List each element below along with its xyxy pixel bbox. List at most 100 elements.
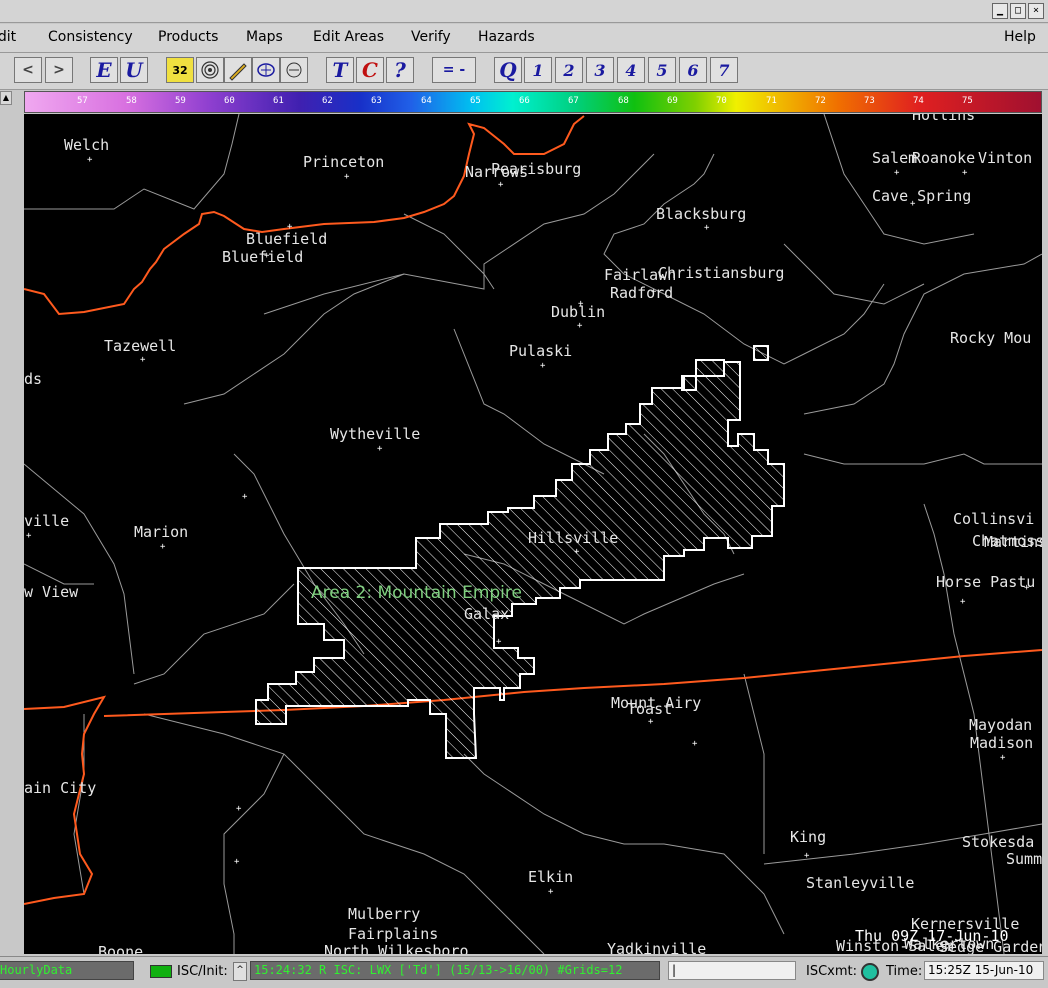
equals-button[interactable]: = -: [432, 57, 476, 83]
city-label: Summ: [1006, 850, 1042, 868]
svg-text:+: +: [548, 887, 554, 897]
svg-text:+: +: [540, 361, 546, 371]
map-svg[interactable]: +++ ++ + +++ +++ +++ ++ + +++ +++ +++ ++ W…: [24, 114, 1042, 954]
city-label: Galax: [464, 605, 509, 623]
city-label: King: [790, 828, 826, 846]
shape-icon[interactable]: [280, 57, 308, 83]
c-button[interactable]: C: [356, 57, 384, 83]
svg-text:+: +: [140, 355, 146, 365]
color-bar-label: 65: [470, 96, 481, 106]
city-label: Princeton: [303, 153, 384, 171]
e-button[interactable]: E: [90, 57, 118, 83]
target-icon[interactable]: [196, 57, 224, 83]
menu-edit[interactable]: Edit: [0, 29, 16, 45]
city-label: Christiansburg: [658, 264, 784, 282]
window-controls: ▁ □ ×: [992, 3, 1044, 19]
city-label: Toast: [627, 700, 672, 718]
menu-hazards[interactable]: Hazards: [478, 29, 535, 45]
city-label: Hollins: [912, 114, 975, 124]
menu-edit-areas[interactable]: Edit Areas: [313, 29, 384, 45]
menu-consistency[interactable]: Consistency: [48, 29, 133, 45]
q-button[interactable]: Q: [494, 57, 522, 83]
maximize-button[interactable]: □: [1010, 3, 1026, 19]
toolbar: < > E U 32 T C ? = - Q 1 2 3 4 5 6 7: [0, 53, 1048, 90]
svg-text:+: +: [804, 851, 810, 861]
city-label: Stokesda: [962, 833, 1034, 851]
close-button[interactable]: ×: [1028, 3, 1044, 19]
map-canvas[interactable]: + + + + + + + + + + + + + + + + + + + + + + + + + + + + + W…: [24, 114, 1042, 954]
status-message: 15:24:32 R ISC: LWX ['Td'] (15/13->16/00…: [250, 961, 660, 980]
city-label: Mayodan: [969, 716, 1032, 734]
city-label: Dublin: [551, 303, 605, 321]
status-bar: HourlyData ISC/Init: ^ 15:24:32 R ISC: L…: [0, 956, 1048, 985]
city-label: Martinsville: [984, 533, 1042, 551]
step-forward-button[interactable]: >: [45, 57, 73, 83]
scroll-up-arrow[interactable]: ▲: [0, 91, 12, 105]
preset-3-button[interactable]: 3: [586, 57, 614, 83]
city-label: Elkin: [528, 868, 573, 886]
step-back-button[interactable]: <: [14, 57, 42, 83]
color-bar-label: 63: [371, 96, 382, 106]
menu-products[interactable]: Products: [158, 29, 218, 45]
menu-help[interactable]: Help: [1004, 29, 1036, 45]
svg-text:+: +: [962, 168, 968, 178]
window-titlebar: ▁ □ ×: [0, 0, 1048, 23]
city-label: ain City: [24, 779, 96, 797]
svg-text:+: +: [87, 155, 93, 165]
svg-text:+: +: [498, 180, 504, 190]
color-bar[interactable]: 57 58 59 60 61 62 63 64 65 66 67 68 69 7…: [24, 91, 1042, 113]
svg-text:+: +: [692, 739, 698, 749]
svg-text:+: +: [648, 717, 654, 727]
svg-text:+: +: [26, 531, 32, 541]
svg-text:+: +: [242, 492, 248, 502]
color-bar-label: 67: [568, 96, 579, 106]
city-label: Cave Spring: [872, 187, 971, 205]
grid-32-label: 32: [172, 63, 188, 77]
edit-area-mountain-empire[interactable]: [255, 345, 785, 759]
pencil-icon[interactable]: [224, 57, 252, 83]
svg-text:+: +: [160, 542, 166, 552]
menu-verify[interactable]: Verify: [411, 29, 451, 45]
caret-up-icon[interactable]: ^: [233, 962, 247, 981]
minimize-button[interactable]: ▁: [992, 3, 1008, 19]
preset-6-button[interactable]: 6: [679, 57, 707, 83]
color-bar-label: 58: [126, 96, 137, 106]
color-bar-label: 69: [667, 96, 678, 106]
color-bar-label: 61: [273, 96, 284, 106]
color-bar-label: 74: [913, 96, 924, 106]
city-label: North Wilkesboro: [324, 942, 469, 954]
city-label: ville: [24, 512, 69, 530]
city-label: Pulaski: [509, 342, 572, 360]
preset-2-button[interactable]: 2: [555, 57, 583, 83]
city-label: Vinton: [978, 149, 1032, 167]
city-label: Salem: [872, 149, 917, 167]
svg-text:+: +: [234, 857, 240, 867]
color-bar-label: 68: [618, 96, 629, 106]
t-button[interactable]: T: [326, 57, 354, 83]
svg-text:+: +: [704, 223, 710, 233]
edit-area-icon[interactable]: [252, 57, 280, 83]
city-label: Blacksburg: [656, 205, 746, 223]
time-value: 15:25Z 15-Jun-10: [924, 961, 1044, 980]
left-panel-strip: [0, 91, 24, 954]
color-bar-label: 64: [421, 96, 432, 106]
preset-1-button[interactable]: 1: [524, 57, 552, 83]
menu-maps[interactable]: Maps: [246, 29, 283, 45]
svg-text:+: +: [894, 168, 900, 178]
city-label: Collinsvi: [953, 510, 1034, 528]
grid-32-button[interactable]: 32: [166, 57, 194, 83]
preset-4-button[interactable]: 4: [617, 57, 645, 83]
preset-5-button[interactable]: 5: [648, 57, 676, 83]
city-label: Hillsville: [528, 529, 618, 547]
color-bar-label: 60: [224, 96, 235, 106]
city-label: Stanleyville: [806, 874, 914, 892]
edit-area-label: Area 2: Mountain Empire: [311, 583, 522, 603]
preset-7-button[interactable]: 7: [710, 57, 738, 83]
iscxmt-status-icon: [861, 963, 879, 981]
help-question-button[interactable]: ?: [386, 57, 414, 83]
time-label: Time:: [886, 964, 923, 979]
city-label: Pearisburg: [491, 160, 581, 178]
color-bar-label: 71: [766, 96, 777, 106]
svg-text:+: +: [574, 547, 580, 557]
u-button[interactable]: U: [120, 57, 148, 83]
